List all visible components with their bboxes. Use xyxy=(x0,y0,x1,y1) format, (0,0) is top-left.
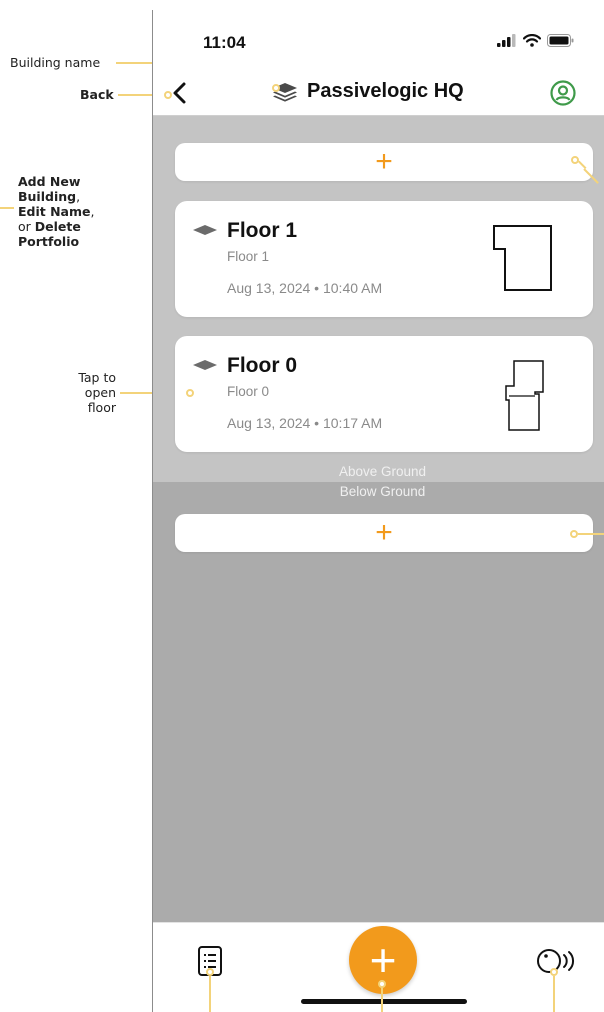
floor-diamond-icon xyxy=(193,225,217,235)
annotation-line xyxy=(553,976,555,1012)
wifi-icon xyxy=(522,34,542,52)
plus-icon: + xyxy=(375,145,393,178)
plus-icon: + xyxy=(375,516,393,549)
floor-name: Floor 0 xyxy=(227,354,298,377)
home-indicator xyxy=(301,999,467,1004)
annotation-dot xyxy=(272,84,280,92)
phone-screen: 11:04 Passivelogic HQ + Floor 1 Floor 1 … xyxy=(152,10,604,1012)
floor-subtitle: Floor 0 xyxy=(227,384,270,399)
status-time: 11:04 xyxy=(203,33,246,52)
above-ground-label: Above Ground xyxy=(338,464,427,479)
add-floor-below-button[interactable]: + xyxy=(175,514,593,552)
annotation-line xyxy=(578,533,604,535)
building-name: Passivelogic HQ xyxy=(307,80,464,102)
floor-name: Floor 1 xyxy=(227,219,298,242)
signal-icon xyxy=(497,34,517,52)
annotation-building-name: Building name xyxy=(10,55,101,70)
profile-button[interactable] xyxy=(550,80,576,106)
floor-card[interactable]: Floor 1 Floor 1 Aug 13, 2024 • 10:40 AM xyxy=(175,201,593,317)
annotation-dot xyxy=(206,968,214,976)
annotation-line xyxy=(381,988,383,1012)
below-ground-label: Below Ground xyxy=(339,484,426,499)
annotation-back: Back xyxy=(80,87,114,102)
floor-subtitle: Floor 1 xyxy=(227,249,270,264)
annotation-line xyxy=(0,207,14,209)
floor-date: Aug 13, 2024 • 10:40 AM xyxy=(227,280,383,296)
add-floor-above-button[interactable]: + xyxy=(175,143,593,181)
annotation-dot xyxy=(570,530,578,538)
floorplan-icon xyxy=(493,225,552,291)
annotation-dot xyxy=(550,968,558,976)
annotation-dot xyxy=(186,389,194,397)
annotation-dot xyxy=(164,91,172,99)
floor-diamond-icon xyxy=(193,360,217,370)
annotation-add-building: Add New Building, Edit Name, or Delete P… xyxy=(18,174,95,249)
building-title[interactable]: Passivelogic HQ xyxy=(271,80,464,103)
annotation-dot xyxy=(571,156,579,164)
status-bar: 11:04 xyxy=(153,10,604,70)
annotation-tap-floor: Tap to open floor xyxy=(78,370,116,415)
navigation-bar: Passivelogic HQ xyxy=(153,70,604,116)
annotation-dot xyxy=(378,980,386,988)
floor-card[interactable]: Floor 0 Floor 0 Aug 13, 2024 • 10:17 AM xyxy=(175,336,593,452)
profile-icon xyxy=(550,80,576,106)
floorplan-icon xyxy=(505,360,544,431)
battery-icon xyxy=(547,34,574,52)
floor-date: Aug 13, 2024 • 10:17 AM xyxy=(227,415,383,431)
status-icons xyxy=(497,34,574,52)
tab-bar: + xyxy=(153,922,604,1012)
annotation-line xyxy=(209,976,211,1012)
